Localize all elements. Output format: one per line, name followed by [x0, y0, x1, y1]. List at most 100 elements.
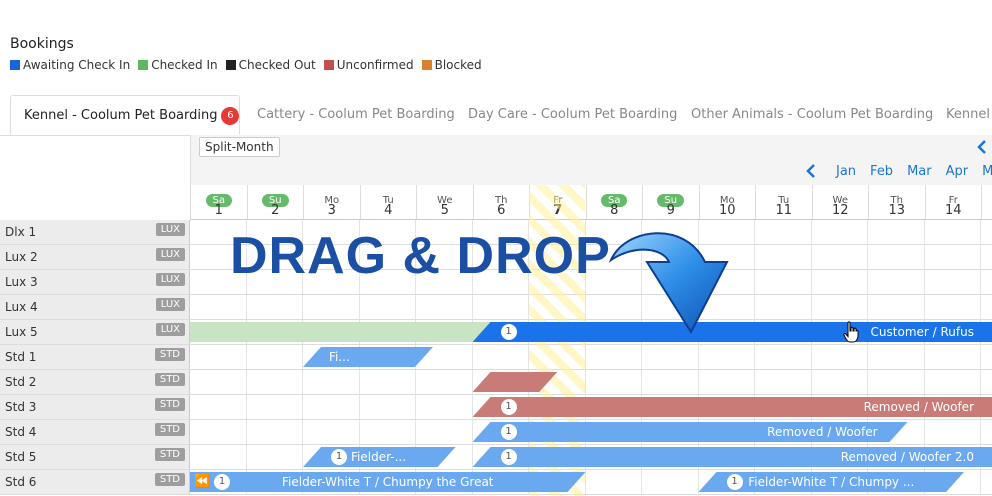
day-cell[interactable]	[247, 295, 303, 319]
month-link-mar[interactable]: Mar	[907, 164, 932, 182]
calendar-toolbar: Split-Month Jan Feb Mar Apr Ma	[190, 135, 992, 185]
day-cell[interactable]	[247, 395, 303, 419]
day-cell[interactable]	[473, 345, 529, 369]
day-cell[interactable]	[925, 245, 981, 269]
day-cell[interactable]	[755, 245, 812, 269]
day-cell[interactable]	[303, 295, 360, 319]
month-link-apr[interactable]: Apr	[946, 164, 969, 182]
room-name: Std 2	[5, 375, 37, 389]
day-cell[interactable]	[190, 345, 247, 369]
day-cell[interactable]	[699, 345, 755, 369]
day-cell[interactable]	[586, 370, 642, 394]
day-cell[interactable]	[868, 220, 925, 244]
day-cell[interactable]	[360, 420, 416, 444]
day-cell[interactable]	[925, 345, 981, 369]
day-cell[interactable]	[642, 470, 699, 494]
booking-bar[interactable]: Fi...	[303, 347, 433, 367]
room-name: Dlx 1	[5, 225, 37, 239]
day-cell[interactable]	[529, 345, 586, 369]
split-month-button[interactable]: Split-Month	[199, 137, 280, 157]
booking-count-badge: 1	[500, 324, 517, 340]
day-cell[interactable]	[981, 270, 992, 294]
legend-swatch	[323, 60, 334, 70]
tab-day-care[interactable]: Day Care - Coolum Pet Boarding	[468, 95, 677, 134]
month-link-jan[interactable]: Jan	[836, 164, 856, 182]
day-cell[interactable]	[190, 420, 247, 444]
day-cell[interactable]	[416, 295, 473, 319]
tab-kennel[interactable]: Kennel - Coolum Pet Boarding 6	[10, 95, 240, 135]
booking-bar[interactable]: ⏪ 1 Fielder-White T / Chumpy the Great	[190, 472, 586, 492]
day-cell[interactable]	[586, 345, 642, 369]
day-cell[interactable]	[925, 220, 981, 244]
day-cell[interactable]	[190, 370, 247, 394]
day-cell[interactable]	[247, 345, 303, 369]
day-cell[interactable]	[529, 295, 586, 319]
day-cell[interactable]	[981, 220, 992, 244]
day-cell[interactable]	[190, 445, 247, 469]
day-cell[interactable]	[755, 370, 812, 394]
legend-label: Checked Out	[238, 58, 316, 72]
chevron-left-icon[interactable]	[806, 164, 822, 182]
day-cell[interactable]	[868, 345, 925, 369]
day-cell[interactable]	[416, 420, 473, 444]
day-cell[interactable]	[868, 370, 925, 394]
day-cell[interactable]	[360, 370, 416, 394]
day-cell[interactable]	[473, 295, 529, 319]
day-cell[interactable]	[981, 470, 992, 494]
day-cell[interactable]	[360, 295, 416, 319]
day-cell[interactable]	[812, 270, 868, 294]
day-cell[interactable]	[812, 295, 868, 319]
day-cell[interactable]	[868, 270, 925, 294]
day-cell[interactable]	[981, 420, 992, 444]
day-cell[interactable]	[416, 370, 473, 394]
day-cell[interactable]	[416, 395, 473, 419]
booking-bar[interactable]: 1 Removed / Woofer	[473, 422, 908, 442]
legend-swatch	[10, 60, 20, 70]
tab-other-animals[interactable]: Other Animals - Coolum Pet Boarding	[691, 95, 933, 134]
day-cell[interactable]	[812, 245, 868, 269]
day-cell[interactable]	[642, 345, 699, 369]
tab-cattery[interactable]: Cattery - Coolum Pet Boarding	[257, 95, 455, 134]
day-number: 1	[214, 203, 223, 218]
month-link-feb[interactable]: Feb	[870, 164, 893, 182]
day-cell[interactable]	[303, 395, 360, 419]
day-cell[interactable]	[247, 420, 303, 444]
tab-kennel-2[interactable]: Kennel	[946, 95, 990, 134]
day-cell[interactable]	[247, 370, 303, 394]
booking-bar[interactable]: 1 Fielder-...	[303, 447, 456, 467]
day-cell[interactable]	[755, 295, 812, 319]
day-cell[interactable]	[812, 370, 868, 394]
month-link-ma[interactable]: Ma	[982, 164, 992, 182]
day-cell[interactable]	[812, 220, 868, 244]
day-cell[interactable]	[642, 370, 699, 394]
day-cell[interactable]	[981, 370, 992, 394]
day-cell[interactable]	[247, 445, 303, 469]
day-cell[interactable]	[868, 245, 925, 269]
chevron-left-icon[interactable]	[977, 139, 987, 158]
day-cell[interactable]	[755, 270, 812, 294]
day-column-header: We 5	[417, 185, 474, 219]
day-cell[interactable]	[925, 295, 981, 319]
booking-bar[interactable]: 1 Removed / Woofer 2.0	[472, 447, 992, 467]
day-cell[interactable]	[981, 345, 992, 369]
day-cell[interactable]	[925, 270, 981, 294]
day-cell[interactable]	[699, 370, 755, 394]
booking-bar[interactable]: 1 Removed / Woofer	[472, 397, 992, 417]
day-cell[interactable]	[925, 370, 981, 394]
day-cell[interactable]	[812, 345, 868, 369]
day-cell[interactable]	[981, 245, 992, 269]
day-cell[interactable]	[981, 295, 992, 319]
day-number: 8	[610, 203, 619, 218]
day-cell[interactable]	[190, 295, 247, 319]
day-cell[interactable]	[303, 420, 360, 444]
booking-label: Removed / Woofer	[863, 400, 974, 414]
day-cell[interactable]	[190, 395, 247, 419]
day-cell[interactable]	[755, 220, 812, 244]
day-cell[interactable]	[360, 395, 416, 419]
day-cell[interactable]	[925, 420, 981, 444]
day-cell[interactable]	[586, 470, 642, 494]
day-cell[interactable]	[755, 345, 812, 369]
day-cell[interactable]	[303, 370, 360, 394]
booking-bar[interactable]: 1 Fielder-White T / Chumpy ...	[699, 472, 965, 492]
day-cell[interactable]	[868, 295, 925, 319]
